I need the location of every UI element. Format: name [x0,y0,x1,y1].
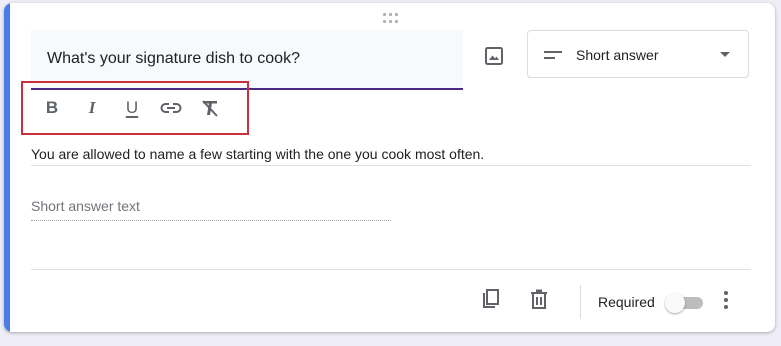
duplicate-icon[interactable] [479,287,503,311]
format-toolbar: B I U [21,81,249,135]
footer-vertical-divider [580,285,581,319]
active-accent-bar [4,3,10,332]
question-title-text: What's your signature dish to cook? [47,50,300,67]
short-answer-lines-icon [544,51,562,59]
underline-icon[interactable]: U [121,97,143,119]
question-type-select[interactable]: Short answer [527,30,749,78]
image-icon[interactable] [479,41,509,71]
question-description[interactable]: You are allowed to name a few starting w… [31,146,484,162]
short-answer-placeholder: Short answer text [31,198,140,214]
short-answer-underline [31,220,391,221]
required-toggle[interactable] [665,293,703,313]
toggle-thumb [665,293,685,313]
trash-icon[interactable] [527,287,551,311]
question-type-label: Short answer [576,47,659,63]
drag-handle-icon[interactable] [383,13,401,23]
italic-icon[interactable]: I [81,97,103,119]
clear-format-icon[interactable] [199,97,221,119]
link-icon[interactable] [160,97,182,119]
more-vert-icon[interactable] [718,289,734,311]
description-underline [31,165,751,166]
chevron-down-icon [720,52,730,57]
question-card: What's your signature dish to cook? Shor… [4,3,775,332]
required-label: Required [598,294,655,310]
footer-divider-line [31,269,751,270]
bold-icon[interactable]: B [41,97,63,119]
